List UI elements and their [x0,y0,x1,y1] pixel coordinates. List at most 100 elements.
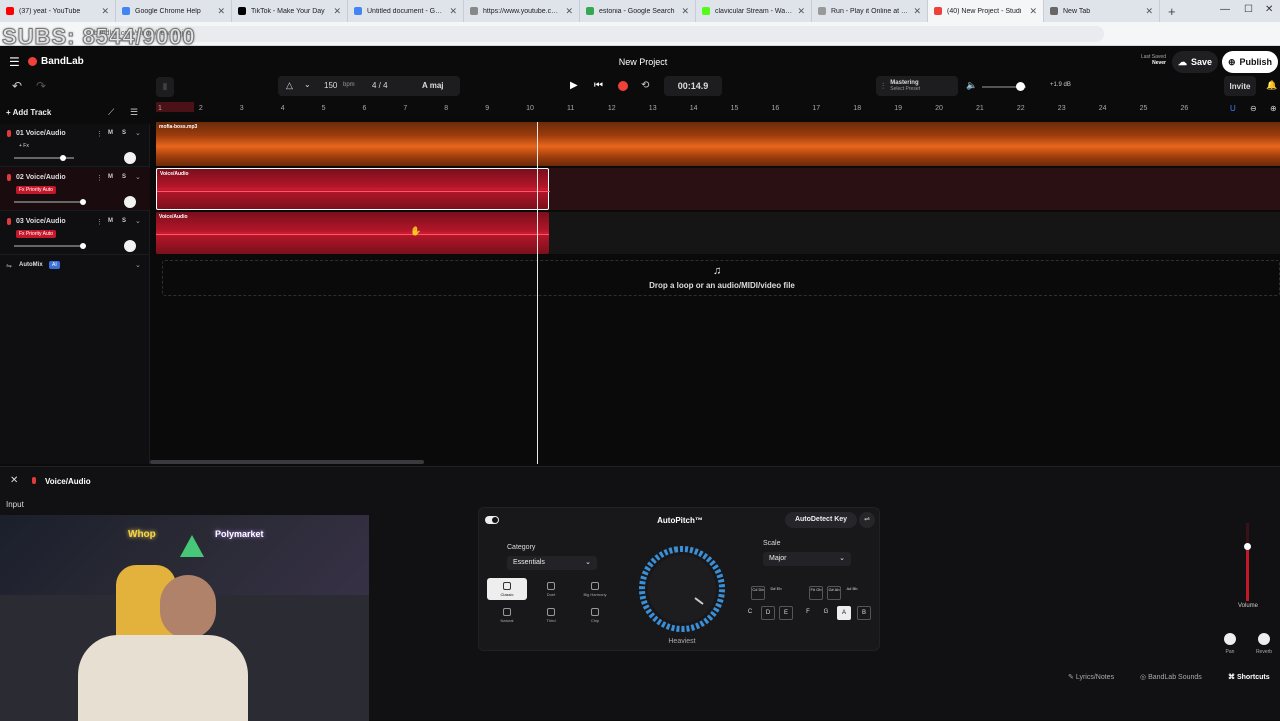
chevron-down-icon[interactable]: ⌄ [135,217,141,225]
mode-big-harmony[interactable]: Big Harmony [575,578,615,600]
chevron-down-icon[interactable]: ⌄ [135,129,141,137]
track-volume-slider[interactable] [14,243,86,249]
solo-button[interactable]: S [122,174,126,180]
metronome-icon[interactable]: △ [286,80,293,91]
mute-button[interactable]: M [108,174,113,180]
playhead[interactable] [537,122,538,464]
mute-button[interactable]: M [108,218,113,224]
redo-icon[interactable]: ↷ [36,79,46,93]
master-volume-slider[interactable] [982,82,1026,91]
browser-tab[interactable]: estonia - Google Search ✕ [580,0,696,22]
shortcuts-button[interactable]: ⌘ Shortcuts [1228,673,1270,681]
mode-third[interactable]: Third [531,604,571,626]
undo-icon[interactable]: ↶ [12,79,22,93]
browser-tab[interactable]: Run - Play it Online at Cool ✕ [812,0,928,22]
reverb-knob[interactable] [1258,633,1270,645]
note-key[interactable]: C# Db [751,586,765,600]
invite-button[interactable]: Invite [1224,76,1256,96]
pan-knob[interactable] [1224,633,1236,645]
save-button[interactable]: ☁ Save [1172,51,1218,73]
pan-knob[interactable] [124,152,136,164]
browser-tab[interactable]: TikTok - Make Your Day ✕ [232,0,348,22]
note-key[interactable]: F# Gb [809,586,823,600]
new-tab-icon[interactable]: + [1168,4,1176,19]
track-name[interactable]: 02 Voice/Audio [16,174,66,181]
track-volume-slider[interactable] [14,155,74,161]
lyrics-notes-button[interactable]: ✎ Lyrics/Notes [1068,673,1114,681]
settings-sliders-icon[interactable]: ⇌ [859,512,875,528]
track-header[interactable]: 02 Voice/Audio Fx Priority Auto ⋮ M S ⌄ [0,168,150,211]
close-tab-icon[interactable]: ✕ [101,6,109,17]
slider-thumb[interactable] [80,199,86,205]
fader-thumb[interactable] [1244,543,1251,550]
maximize-icon[interactable]: ☐ [1244,4,1253,15]
audio-clip-selected[interactable]: Voice/Audio [156,168,550,210]
close-tab-icon[interactable]: ✕ [449,6,457,17]
wand-icon[interactable]: ⟋ [108,107,114,118]
note-key[interactable]: D# Eb [769,586,783,600]
note-key[interactable]: F [801,606,815,620]
solo-button[interactable]: S [122,130,126,136]
skip-back-icon[interactable]: ⏮ [594,80,603,91]
bandlab-logo[interactable]: BandLab [28,56,84,67]
mute-button[interactable]: M [108,130,113,136]
chevron-down-icon[interactable]: ⌄ [304,80,311,89]
browser-tab[interactable]: (37) yeat - YouTube ✕ [0,0,116,22]
close-editor-icon[interactable]: ✕ [10,475,18,486]
horizontal-scrollbar[interactable] [150,460,424,464]
close-tab-icon[interactable]: ✕ [681,6,689,17]
close-tab-icon[interactable]: ✕ [797,6,805,17]
note-key[interactable]: G# Ab [827,586,841,600]
close-tab-icon[interactable]: ✕ [1145,6,1153,17]
browser-tab[interactable]: https://www.youtube.com/... ✕ [464,0,580,22]
key-signature[interactable]: A maj [422,81,444,90]
close-tab-icon[interactable]: ✕ [217,6,225,17]
track-volume-slider[interactable] [14,199,86,205]
chevron-down-icon[interactable]: ⌄ [135,173,141,181]
close-window-icon[interactable]: ✕ [1265,4,1273,15]
project-title[interactable]: New Project [580,57,706,67]
speaker-icon[interactable]: 🔈 [966,80,977,91]
close-tab-icon[interactable]: ✕ [565,6,573,17]
note-key-selected[interactable]: A [837,606,851,620]
zoom-in-icon[interactable]: ⊕ [1270,104,1277,113]
url-input[interactable]: bandlab.com/studio/new project [84,26,1104,42]
notification-bell-icon[interactable]: 🔔 [1266,80,1277,91]
mode-natural[interactable]: Natural [487,604,527,626]
zoom-out-icon[interactable]: ⊖ [1250,104,1257,113]
fx-button[interactable]: Fx Priority Auto [16,230,56,238]
track-lane[interactable]: Voice/Audio [156,168,1280,210]
bandlab-sounds-button[interactable]: ◎ BandLab Sounds [1140,673,1202,681]
pan-knob[interactable] [124,196,136,208]
autodetect-key-button[interactable]: AutoDetect Key [785,512,857,528]
drop-zone[interactable]: ♫ Drop a loop or an audio/MIDI/video fil… [162,260,1280,296]
automix-row[interactable]: ⇋ AutoMix AI ⌄ [0,258,150,278]
track-more-icon[interactable]: ⋮ [96,174,103,182]
publish-button[interactable]: ⊕ Publish [1222,51,1278,73]
note-key[interactable]: G [819,606,833,620]
track-name[interactable]: 03 Voice/Audio [16,218,66,225]
close-tab-icon[interactable]: ✕ [1029,6,1037,17]
record-icon[interactable] [618,81,628,91]
mode-chip[interactable]: Chip [575,604,615,626]
time-signature[interactable]: 4 / 4 [372,81,388,90]
audio-clip[interactable]: Voice/Audio [156,212,549,254]
audio-clip[interactable]: mofia-boss.mp3 [156,122,1280,166]
close-tab-icon[interactable]: ✕ [913,6,921,17]
track-lane[interactable]: Voice/Audio ✋ [156,212,1280,254]
track-more-icon[interactable]: ⋮ [96,130,103,138]
master-volume-thumb[interactable] [1016,82,1025,91]
browser-tab[interactable]: clavicular Stream - Watch Li ✕ [696,0,812,22]
minimize-icon[interactable]: — [1220,4,1230,15]
track-name[interactable]: 01 Voice/Audio [16,130,66,137]
track-header[interactable]: 03 Voice/Audio Fx Priority Auto ⋮ M S ⌄ [0,212,150,255]
track-header[interactable]: 01 Voice/Audio + Fx ⋮ M S ⌄ [0,124,150,167]
mode-classic[interactable]: Classic [487,578,527,600]
strength-dial[interactable] [637,544,727,634]
solo-button[interactable]: S [122,218,126,224]
browser-tab[interactable]: Google Chrome Help ✕ [116,0,232,22]
slider-thumb[interactable] [80,243,86,249]
add-track-button[interactable]: + Add Track [6,108,51,117]
slider-thumb[interactable] [60,155,66,161]
loop-icon[interactable]: ⟲ [641,80,649,91]
